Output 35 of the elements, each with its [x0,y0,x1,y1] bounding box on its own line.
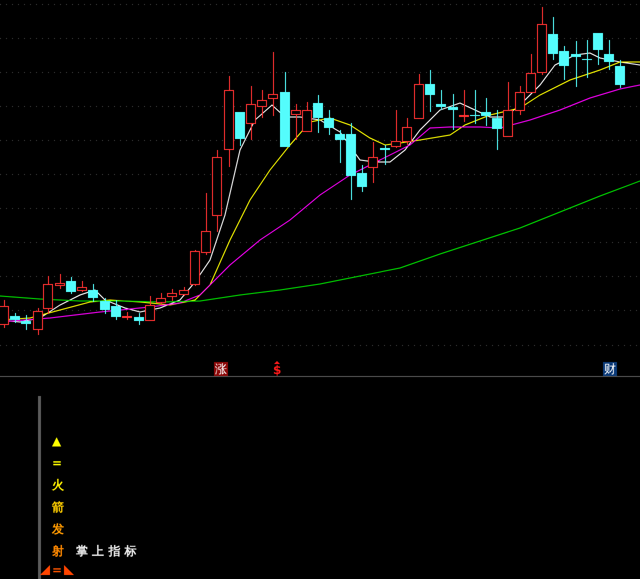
candlestick [582,40,592,78]
triangle-icon [40,565,50,575]
candlestick [448,94,458,130]
triangle-icon [64,565,74,575]
candlestick [100,298,110,314]
candlestick [615,60,625,88]
candlestick [459,90,469,122]
candlestick [43,276,53,314]
candlestick [302,102,312,132]
candlestick [593,32,603,66]
candlestick [492,110,502,150]
candlestick [503,82,513,137]
candlestick [481,98,491,126]
indicator-glyph: 发 [52,522,64,536]
indicator-glyph: 箭 [52,500,64,514]
candlestick [402,118,412,146]
signal-badge: 涨 [214,362,228,376]
caret-up-icon [274,361,280,364]
candlestick [515,86,525,116]
indicator-glyph: 火 [52,478,64,492]
candlestick [55,274,65,290]
candlestick [33,308,43,336]
candlestick [571,40,581,88]
candlestick [414,74,424,119]
candlestick [470,90,480,124]
indicator-glyph: 射 [52,544,64,558]
indicator-title: 掌 上 指 标 [76,544,137,558]
indicator-glyph: ▲ [52,434,62,448]
candlestick [559,46,569,80]
candlestick [167,288,177,302]
signal-mark: = [52,563,62,577]
dollar-sign: $ [273,364,282,376]
signal-badge: 财 [603,362,617,376]
indicator-glyph: = [52,456,62,470]
candlestick [604,40,614,70]
